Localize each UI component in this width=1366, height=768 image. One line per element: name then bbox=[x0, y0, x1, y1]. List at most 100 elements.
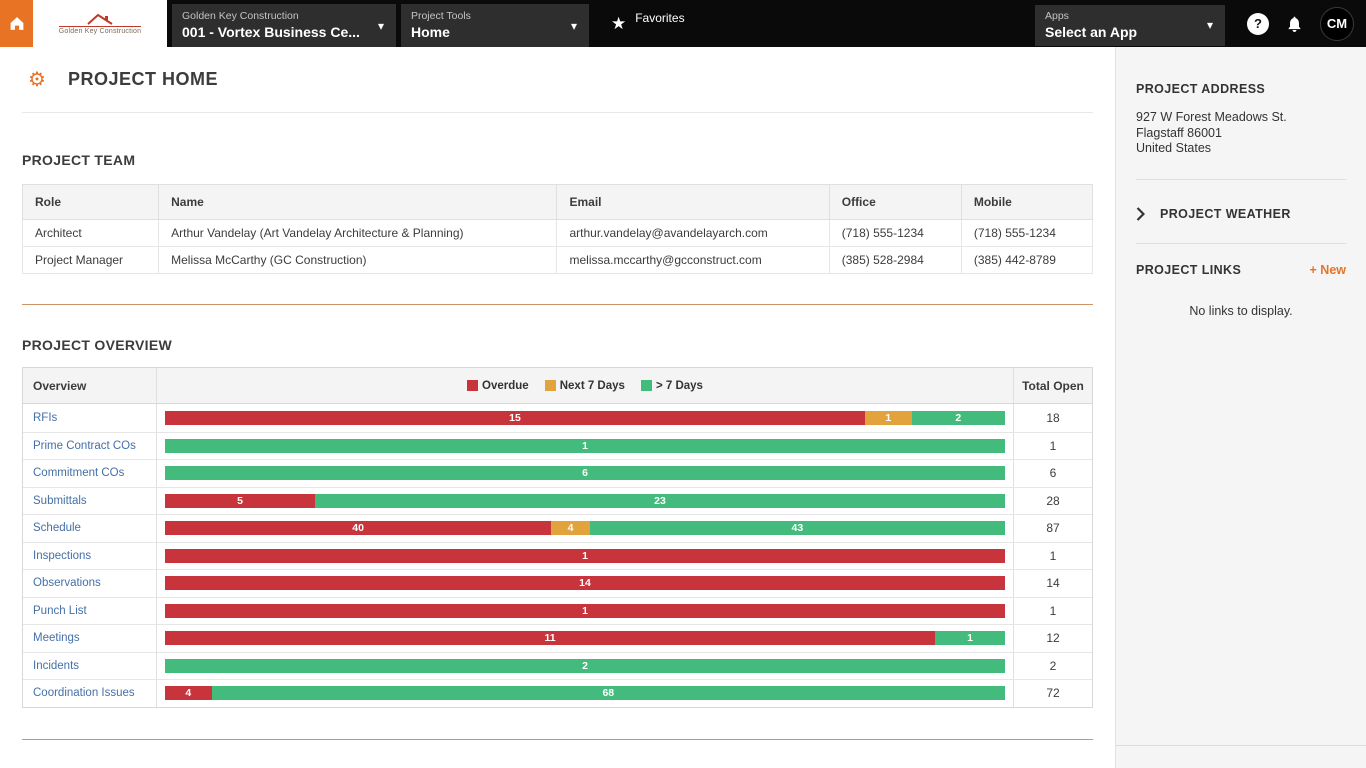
table-cell: (718) 555-1234 bbox=[960, 219, 1094, 247]
total-open-value: 12 bbox=[1046, 631, 1060, 646]
company-logo[interactable]: Golden Key Construction bbox=[33, 0, 167, 47]
total-open-value: 72 bbox=[1046, 686, 1060, 701]
project-address: 927 W Forest Meadows St. Flagstaff 86001… bbox=[1136, 110, 1346, 157]
stacked-bar: 11 1 bbox=[165, 631, 1005, 646]
overview-bar-cell: 1 bbox=[156, 432, 1014, 459]
overview-row-label-cell: Coordination Issues bbox=[23, 680, 156, 707]
home-icon bbox=[10, 17, 23, 30]
table-cell: melissa.mccarthy@gcconstruct.com bbox=[556, 246, 830, 274]
sidebar-divider bbox=[1136, 178, 1346, 180]
overview-bar-cell: 14 bbox=[156, 570, 1014, 597]
bar-segment[interactable]: 4 bbox=[165, 686, 212, 701]
overview-row-link[interactable]: Incidents bbox=[33, 660, 79, 672]
gear-icon[interactable]: ⚙ bbox=[28, 67, 46, 92]
bottom-divider bbox=[22, 738, 1093, 740]
overview-legend-cell: Overdue Next 7 Days > 7 Days bbox=[156, 368, 1014, 403]
home-button[interactable] bbox=[0, 0, 33, 47]
project-overview-heading: PROJECT OVERVIEW bbox=[22, 337, 173, 353]
total-open-value: 1 bbox=[1049, 548, 1057, 563]
bar-segment[interactable]: 11 bbox=[165, 631, 935, 646]
bar-segment[interactable]: 43 bbox=[589, 521, 1005, 536]
project-weather-toggle[interactable]: PROJECT WEATHER bbox=[1136, 207, 1346, 221]
overview-row-link[interactable]: Meetings bbox=[33, 632, 80, 644]
overview-bar-cell: 6 bbox=[156, 460, 1014, 487]
overview-bar-cell: 40 4 43 bbox=[156, 515, 1014, 542]
bar-segment[interactable]: 14 bbox=[165, 576, 1005, 591]
bar-segment[interactable]: 1 bbox=[165, 548, 1005, 563]
overview-row-label-cell: Commitment COs bbox=[23, 460, 156, 487]
team-col-office: Office bbox=[828, 184, 962, 220]
favorites-button[interactable]: ★ Favorites bbox=[611, 0, 685, 47]
table-cell: arthur.vandelay@avandelayarch.com bbox=[556, 219, 830, 247]
app-window: Golden Key Construction Golden Key Const… bbox=[0, 0, 1366, 768]
new-link-button[interactable]: + New bbox=[1310, 263, 1346, 277]
user-avatar[interactable]: CM bbox=[1320, 6, 1354, 41]
overview-row-link[interactable]: Inspections bbox=[33, 550, 91, 562]
overview-row-link[interactable]: Coordination Issues bbox=[33, 687, 135, 699]
overview-row-link[interactable]: Submittals bbox=[33, 495, 87, 507]
apps-selector-value: Select an App bbox=[1045, 24, 1138, 41]
company-selector-label: Golden Key Construction bbox=[182, 9, 299, 22]
overview-bar-cell: 2 bbox=[156, 652, 1014, 679]
overview-row-label-cell: Submittals bbox=[23, 488, 156, 515]
overview-row: Commitment COs 6 6 bbox=[23, 459, 1092, 487]
bar-segment[interactable]: 1 bbox=[165, 603, 1005, 618]
bar-segment[interactable]: 40 bbox=[165, 521, 552, 536]
overview-row: Meetings 11 1 12 bbox=[23, 624, 1092, 652]
legend-swatch-icon bbox=[640, 380, 652, 391]
page-title: PROJECT HOME bbox=[67, 69, 218, 89]
overview-row: RFIs 15 1 2 18 bbox=[23, 404, 1092, 432]
overview-row-link[interactable]: Observations bbox=[33, 577, 101, 589]
bar-segment[interactable]: 6 bbox=[165, 466, 1005, 481]
bar-segment[interactable]: 2 bbox=[911, 410, 1005, 425]
notifications-button[interactable] bbox=[1286, 15, 1303, 33]
bar-segment[interactable]: 2 bbox=[165, 658, 1005, 673]
project-tools-selector[interactable]: Project Tools Home ▾ bbox=[400, 4, 589, 47]
house-roof-icon bbox=[87, 13, 113, 25]
bar-segment[interactable]: 1 bbox=[865, 410, 912, 425]
bar-segment[interactable]: 1 bbox=[165, 438, 1005, 453]
overview-bar-cell: 11 1 bbox=[156, 625, 1014, 652]
table-cell: (385) 528-2984 bbox=[828, 246, 962, 274]
apps-selector[interactable]: Apps Select an App ▾ bbox=[1035, 4, 1225, 47]
overview-row-link[interactable]: Commitment COs bbox=[33, 467, 124, 479]
legend-item: Next 7 Days bbox=[544, 380, 625, 392]
bar-segment[interactable]: 1 bbox=[935, 631, 1005, 646]
overview-row-link[interactable]: Punch List bbox=[33, 605, 87, 617]
overview-bar-cell: 1 bbox=[156, 597, 1014, 624]
overview-row-link[interactable]: RFIs bbox=[33, 412, 57, 424]
help-icon[interactable]: ? bbox=[1247, 12, 1269, 35]
main-panel: ⚙ PROJECT HOME PROJECT TEAM Role Name Em… bbox=[0, 47, 1115, 768]
company-project-selector[interactable]: Golden Key Construction 001 - Vortex Bus… bbox=[172, 4, 396, 47]
apps-selector-label: Apps bbox=[1045, 9, 1069, 22]
total-open-value: 87 bbox=[1046, 521, 1060, 536]
team-col-name: Name bbox=[158, 184, 558, 220]
overview-row: Coordination Issues 4 68 72 bbox=[23, 679, 1092, 707]
navbar-right: Apps Select an App ▾ ? CM bbox=[1030, 0, 1366, 47]
bar-segment[interactable]: 15 bbox=[165, 410, 865, 425]
bar-segment[interactable]: 4 bbox=[551, 521, 590, 536]
star-icon: ★ bbox=[610, 13, 627, 33]
stacked-bar: 40 4 43 bbox=[165, 521, 1005, 536]
overview-row-link[interactable]: Schedule bbox=[33, 522, 81, 534]
bar-segment[interactable]: 5 bbox=[165, 493, 315, 508]
overview-col-header: Overview bbox=[33, 378, 87, 393]
overview-row-link[interactable]: Prime Contract COs bbox=[33, 440, 136, 452]
page-title-row: ⚙ PROJECT HOME bbox=[22, 47, 1093, 113]
bar-segment[interactable]: 68 bbox=[211, 686, 1005, 701]
address-line: United States bbox=[1136, 141, 1212, 156]
overview-row: Prime Contract COs 1 1 bbox=[23, 431, 1092, 459]
tools-selector-value: Home bbox=[410, 24, 450, 41]
bar-segment[interactable]: 23 bbox=[315, 493, 1005, 508]
stacked-bar: 5 23 bbox=[165, 493, 1005, 508]
navbar-spacer bbox=[685, 0, 1030, 47]
overview-row-label-cell: RFIs bbox=[23, 404, 156, 432]
overview-row-label-cell: Meetings bbox=[23, 625, 156, 652]
overview-bar-cell: 1 bbox=[156, 542, 1014, 569]
overview-row: Observations 14 14 bbox=[23, 569, 1092, 597]
overview-row-label-cell: Schedule bbox=[23, 515, 156, 542]
sidebar-divider bbox=[1136, 242, 1346, 244]
address-line: Flagstaff 86001 bbox=[1136, 125, 1222, 140]
legend-swatch-icon bbox=[544, 380, 556, 391]
project-links-heading: PROJECT LINKS bbox=[1136, 262, 1242, 277]
